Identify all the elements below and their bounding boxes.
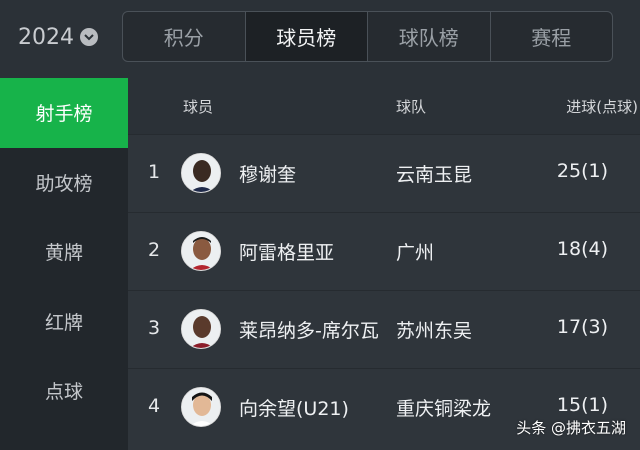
row-rank: 1: [148, 161, 161, 183]
top-bar: 2024 积分 球员榜 球队榜 赛程: [0, 0, 640, 78]
tab-schedule[interactable]: 赛程: [491, 12, 613, 61]
goals-value: 18(4): [556, 238, 608, 260]
avatar: [181, 231, 221, 271]
avatar: [181, 387, 221, 427]
tab-player-rankings[interactable]: 球员榜: [245, 12, 368, 61]
tab-standings[interactable]: 积分: [123, 12, 246, 61]
player-name: 穆谢奎: [239, 164, 297, 186]
rankings-table: 球员 球队 进球(点球) 1 穆谢奎 云南玉昆 25(1) 2 阿雷格里亚 广州…: [128, 78, 640, 450]
tab-team-rankings[interactable]: 球队榜: [368, 12, 491, 61]
season-selector[interactable]: 2024: [18, 22, 98, 52]
table-row[interactable]: 3 莱昂纳多-席尔瓦 苏州东吴 17(3): [128, 290, 640, 368]
team-name: 云南玉昆: [396, 164, 473, 186]
table-header: 球员 球队 进球(点球): [128, 78, 640, 134]
goals-value: 25(1): [556, 160, 608, 182]
sidebar-item-assists[interactable]: 助攻榜: [0, 148, 128, 218]
source-credit: 头条 @拂衣五湖: [516, 419, 626, 437]
table-row[interactable]: 2 阿雷格里亚 广州 18(4): [128, 212, 640, 290]
avatar: [181, 153, 221, 193]
stat-sidebar: 射手榜 助攻榜 黄牌 红牌 点球: [0, 78, 128, 450]
row-rank: 3: [148, 317, 161, 339]
goals-value: 17(3): [556, 316, 608, 338]
sidebar-item-red-cards[interactable]: 红牌: [0, 287, 128, 357]
team-name: 广州: [396, 242, 435, 264]
goals-value: 15(1): [556, 394, 608, 416]
sidebar-item-yellow-cards[interactable]: 黄牌: [0, 217, 128, 287]
column-header-goals: 进球(点球): [566, 97, 638, 116]
column-header-team: 球队: [396, 97, 427, 116]
player-name: 莱昂纳多-席尔瓦: [239, 320, 379, 342]
sidebar-item-penalties[interactable]: 点球: [0, 356, 128, 426]
row-rank: 4: [148, 395, 161, 417]
table-row[interactable]: 1 穆谢奎 云南玉昆 25(1): [128, 134, 640, 212]
avatar: [181, 309, 221, 349]
player-name: 阿雷格里亚: [239, 242, 335, 264]
column-header-player: 球员: [183, 97, 214, 116]
player-name: 向余望(U21): [239, 398, 349, 420]
main-tabs: 积分 球员榜 球队榜 赛程: [122, 11, 613, 62]
season-year: 2024: [18, 24, 74, 50]
team-name: 重庆铜梁龙: [396, 398, 492, 420]
team-name: 苏州东吴: [396, 320, 473, 342]
row-rank: 2: [148, 239, 161, 261]
chevron-down-icon[interactable]: [80, 28, 98, 46]
sidebar-item-top-scorers[interactable]: 射手榜: [0, 78, 128, 148]
